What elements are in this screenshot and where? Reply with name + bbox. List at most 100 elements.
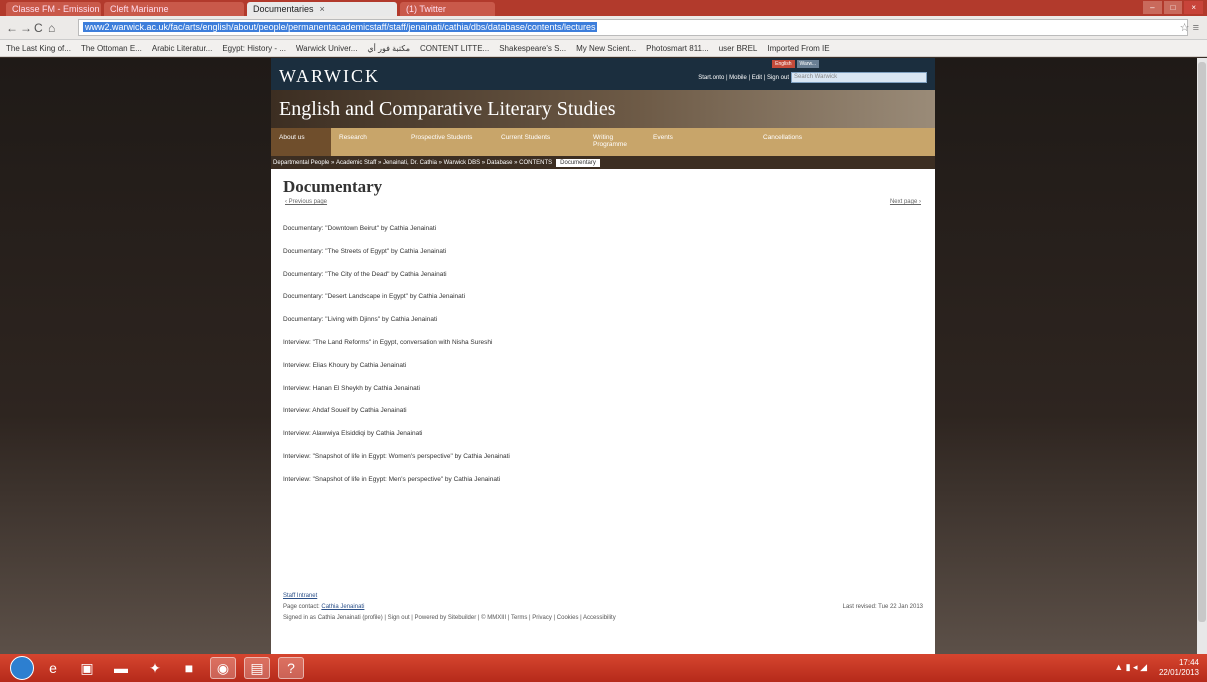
bookmarks-bar: The Last King of... The Ottoman E... Ara… bbox=[0, 40, 1207, 57]
list-item[interactable]: Interview: Ahdaf Soueif by Cathia Jenain… bbox=[283, 407, 923, 430]
bookmark-item[interactable]: Shakespeare's S... bbox=[499, 44, 566, 53]
staff-intranet-link[interactable]: Staff Intranet bbox=[283, 593, 317, 599]
bookmark-item[interactable]: Imported From IE bbox=[767, 44, 829, 53]
chrome-icon[interactable]: ◉ bbox=[210, 657, 236, 679]
nav-item-cancellations[interactable]: Cancellations bbox=[755, 128, 810, 156]
clock[interactable]: 17:44 22/01/2013 bbox=[1159, 658, 1199, 678]
bookmark-item[interactable]: Arabic Literatur... bbox=[152, 44, 212, 53]
nav-item-prospective[interactable]: Prospective Students bbox=[403, 128, 493, 156]
department-banner: English and Comparative Literary Studies bbox=[271, 90, 935, 128]
maximize-icon[interactable]: □ bbox=[1163, 1, 1183, 14]
top-tab[interactable]: English bbox=[772, 60, 795, 68]
help-icon[interactable]: ? bbox=[278, 657, 304, 679]
nav-item-about[interactable]: About us bbox=[271, 128, 331, 156]
scrollbar[interactable] bbox=[1197, 58, 1207, 654]
nav-item-research[interactable]: Research bbox=[331, 128, 403, 156]
top-tab[interactable]: Warw... bbox=[796, 60, 819, 68]
office-icon[interactable]: ▣ bbox=[74, 657, 100, 679]
reload-icon[interactable]: C bbox=[34, 21, 43, 35]
close-tab-icon[interactable]: × bbox=[320, 4, 325, 14]
page-contact-label: Page contact: bbox=[283, 604, 320, 610]
breadcrumb-item[interactable]: Jenainati, Dr. Cathia bbox=[383, 160, 437, 166]
list-item[interactable]: Interview: "The Land Reforms" in Egypt, … bbox=[283, 339, 923, 362]
tab-label: Documentaries bbox=[253, 4, 314, 14]
address-bar[interactable]: www2.warwick.ac.uk/fac/arts/english/abou… bbox=[78, 19, 1188, 36]
main-content: Documentary ‹ Previous page Next page › … bbox=[271, 169, 935, 634]
list-item[interactable]: Documentary: "Downtown Beirut" by Cathia… bbox=[283, 225, 923, 248]
breadcrumb: Departmental People » Academic Staff » J… bbox=[271, 156, 935, 169]
scrollbar-thumb[interactable] bbox=[1198, 62, 1206, 622]
breadcrumb-item[interactable]: Warwick DBS bbox=[444, 160, 480, 166]
breadcrumb-current: Documentary bbox=[556, 158, 600, 167]
breadcrumb-item[interactable]: Departmental People bbox=[273, 160, 329, 166]
previous-page-link[interactable]: ‹ Previous page bbox=[285, 199, 327, 205]
list-item[interactable]: Documentary: "Living with Djinns" by Cat… bbox=[283, 316, 923, 339]
ie-icon[interactable]: e bbox=[40, 657, 66, 679]
tray-icons[interactable]: ▲ ▮ ◂ ◢ bbox=[1114, 662, 1147, 673]
bookmark-item[interactable]: مكتبة فور أي bbox=[367, 44, 410, 53]
last-revised: Last revised: Tue 22 Jan 2013 bbox=[842, 604, 923, 610]
signed-in-bar[interactable]: Signed in as Cathia Jenainati (profile) … bbox=[283, 615, 616, 621]
browser-tabstrip: Classe FM - Emission Cleft Marianne Docu… bbox=[0, 0, 1207, 16]
start-button[interactable] bbox=[10, 656, 34, 680]
list-item[interactable]: Interview: Hanan El Sheykh by Cathia Jen… bbox=[283, 385, 923, 408]
browser-toolbar: ← → C ⌂ www2.warwick.ac.uk/fac/arts/engl… bbox=[0, 16, 1207, 40]
bookmark-item[interactable]: Photosmart 811... bbox=[646, 44, 709, 53]
clock-time: 17:44 bbox=[1178, 658, 1199, 667]
home-icon[interactable]: ⌂ bbox=[48, 21, 55, 35]
window-icon[interactable]: ▤ bbox=[244, 657, 270, 679]
list-item[interactable]: Interview: "Snapshot of life in Egypt: M… bbox=[283, 476, 923, 499]
minimize-icon[interactable]: – bbox=[1143, 1, 1162, 14]
site-container: WARWICK English Warw... Start.onto | Mob… bbox=[271, 58, 935, 654]
department-title[interactable]: English and Comparative Literary Studies bbox=[279, 98, 616, 121]
top-tabs: English Warw... bbox=[772, 60, 819, 68]
utility-links[interactable]: Start.onto | Mobile | Edit | Sign out bbox=[698, 75, 789, 81]
breadcrumb-item[interactable]: Academic Staff bbox=[336, 160, 376, 166]
list-item[interactable]: Interview: Alawwiya Elsiddiqi by Cathia … bbox=[283, 430, 923, 453]
bookmark-item[interactable]: The Last King of... bbox=[6, 44, 71, 53]
back-icon[interactable]: ← bbox=[6, 21, 18, 35]
site-search-input[interactable]: Search Warwick bbox=[791, 72, 927, 83]
menu-icon[interactable]: ☆ ≡ bbox=[1180, 21, 1199, 34]
windows-taskbar: e ▣ ▬ ✦ ■ ◉ ▤ ? ▲ ▮ ◂ ◢ 17:44 22/01/2013 bbox=[0, 654, 1207, 682]
page-title: Documentary bbox=[283, 177, 383, 196]
bookmark-item[interactable]: Warwick Univer... bbox=[296, 44, 358, 53]
list-item[interactable]: Interview: Elias Khoury by Cathia Jenain… bbox=[283, 362, 923, 385]
tab-label: (1) Twitter bbox=[406, 4, 446, 14]
tab-label: Classe FM - Emission bbox=[12, 4, 100, 14]
clock-date: 22/01/2013 bbox=[1158, 668, 1199, 677]
media-icon[interactable]: ■ bbox=[176, 657, 202, 679]
list-item[interactable]: Documentary: "The City of the Dead" by C… bbox=[283, 271, 923, 294]
forward-icon[interactable]: → bbox=[20, 21, 32, 35]
list-item[interactable]: Interview: "Snapshot of life in Egypt: W… bbox=[283, 453, 923, 476]
bookmark-item[interactable]: user BREL bbox=[719, 44, 758, 53]
page-contact-link[interactable]: Cathia Jenainati bbox=[321, 604, 364, 610]
browser-tab-active[interactable]: Documentaries × bbox=[247, 2, 397, 16]
list-item[interactable]: Documentary: "The Streets of Egypt" by C… bbox=[283, 248, 923, 271]
breadcrumb-item[interactable]: CONTENTS bbox=[519, 160, 552, 166]
window-controls: – □ × bbox=[1143, 1, 1204, 14]
bookmark-item[interactable]: Egypt: History - ... bbox=[222, 44, 286, 53]
nav-item-events[interactable]: Events bbox=[645, 128, 755, 156]
main-nav: About us Research Prospective Students C… bbox=[271, 128, 935, 156]
breadcrumb-item[interactable]: Database bbox=[487, 160, 513, 166]
nav-item-current[interactable]: Current Students bbox=[493, 128, 585, 156]
browser-tab[interactable]: Cleft Marianne bbox=[104, 2, 244, 16]
app-icon[interactable]: ✦ bbox=[142, 657, 168, 679]
site-header: WARWICK English Warw... Start.onto | Mob… bbox=[271, 58, 935, 90]
bookmark-item[interactable]: My New Scient... bbox=[576, 44, 636, 53]
browser-tab[interactable]: Classe FM - Emission bbox=[6, 2, 101, 16]
browser-tab[interactable]: (1) Twitter bbox=[400, 2, 495, 16]
pager: ‹ Previous page Next page › bbox=[283, 199, 923, 211]
bookmark-item[interactable]: The Ottoman E... bbox=[81, 44, 142, 53]
page-viewport: WARWICK English Warw... Start.onto | Mob… bbox=[0, 58, 1207, 654]
bookmark-item[interactable]: CONTENT LITTE... bbox=[420, 44, 489, 53]
warwick-logo[interactable]: WARWICK bbox=[279, 66, 380, 87]
url-text: www2.warwick.ac.uk/fac/arts/english/abou… bbox=[83, 22, 598, 32]
next-page-link[interactable]: Next page › bbox=[890, 199, 921, 205]
nav-item-writing[interactable]: Writing Programme bbox=[585, 128, 645, 156]
item-list: Documentary: "Downtown Beirut" by Cathia… bbox=[283, 225, 923, 499]
folder-icon[interactable]: ▬ bbox=[108, 657, 134, 679]
close-window-icon[interactable]: × bbox=[1184, 1, 1204, 14]
list-item[interactable]: Documentary: "Desert Landscape in Egypt"… bbox=[283, 293, 923, 316]
